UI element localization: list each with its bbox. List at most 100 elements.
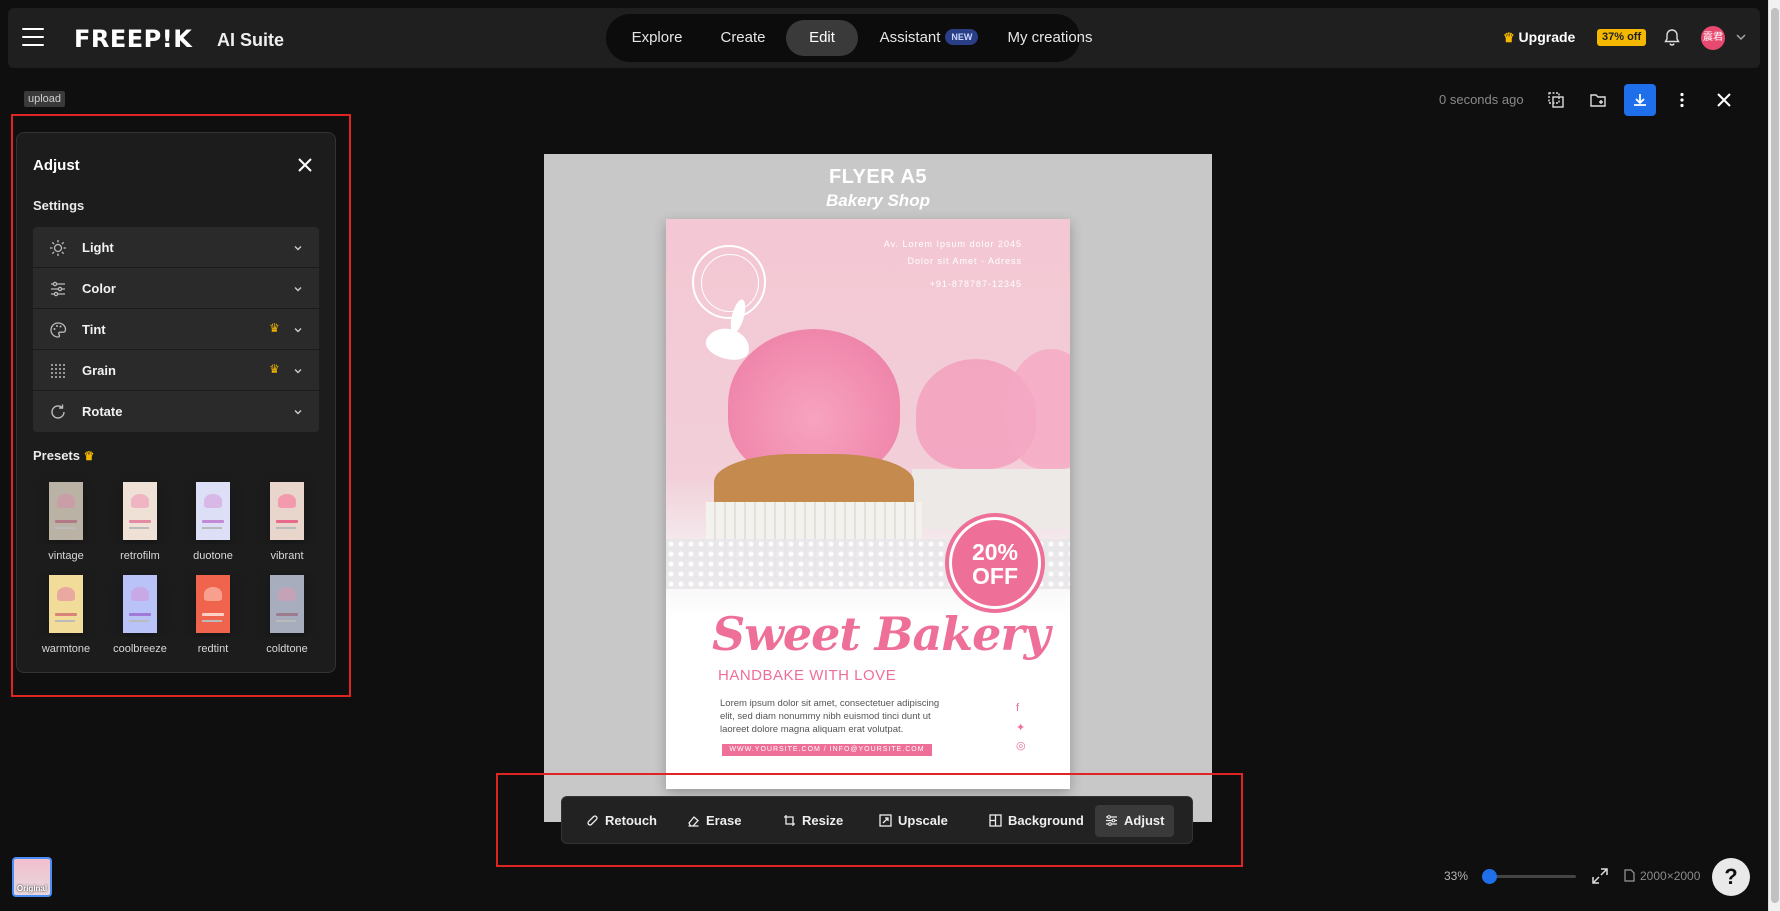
- image-dimensions: 2000×2000: [1624, 869, 1700, 883]
- premium-crown-icon: ♛: [269, 362, 280, 376]
- palette-icon: [50, 322, 67, 338]
- panel-title: Adjust: [33, 157, 80, 174]
- rotate-icon: [51, 404, 65, 419]
- preset-thumbnail: [180, 478, 246, 544]
- preset-name: vintage: [48, 550, 84, 562]
- fullscreen-icon[interactable]: [1591, 867, 1609, 885]
- close-icon[interactable]: [295, 155, 315, 175]
- address-line: Dolor sit Amet - Adress: [907, 256, 1022, 266]
- preset-name: coldtone: [266, 643, 308, 655]
- image-canvas[interactable]: FLYER A5 Bakery Shop Av. Lorem Ipsum dol…: [544, 154, 1212, 822]
- preset-name: retrofilm: [120, 550, 160, 562]
- file-icon: [1624, 869, 1635, 882]
- chevron-down-icon: [294, 287, 302, 292]
- close-editor-icon[interactable]: [1710, 86, 1738, 114]
- preset-name: warmtone: [41, 643, 91, 655]
- menu-icon[interactable]: [22, 28, 44, 46]
- flyer-subheading: Bakery Shop: [826, 191, 930, 210]
- setting-rotate[interactable]: Rotate: [33, 391, 319, 432]
- discount-seal: 20% OFF: [949, 517, 1041, 609]
- app-window: FREEP!K AI Suite Explore Create Edit Ass…: [0, 0, 1768, 911]
- retouch-button[interactable]: Retouch: [576, 805, 667, 837]
- download-icon: [1634, 94, 1646, 106]
- brand-logo[interactable]: FREEP!K: [74, 25, 192, 53]
- settings-list: Light Color Tint ♛ Grain ♛ Rotate: [33, 227, 319, 432]
- chevron-down-icon: [294, 410, 302, 415]
- setting-light[interactable]: Light: [33, 227, 319, 268]
- preset-duotone[interactable]: duotone: [180, 478, 246, 562]
- download-button[interactable]: [1624, 84, 1656, 116]
- preset-name: duotone: [193, 550, 233, 562]
- adjust-button[interactable]: Adjust: [1095, 805, 1175, 837]
- premium-crown-icon: ♛: [269, 321, 280, 335]
- preset-retrofilm[interactable]: retrofilm: [107, 478, 173, 562]
- instagram-icon: ◎: [1016, 740, 1026, 752]
- bakery-seal-logo: [692, 245, 766, 319]
- preset-name: redtint: [197, 643, 229, 655]
- setting-label: Tint: [82, 322, 106, 337]
- crop-icon: [784, 815, 795, 826]
- adjust-panel: Adjust Settings Light Color Tint ♛ Grain…: [16, 132, 336, 673]
- help-button[interactable]: ?: [1712, 858, 1750, 896]
- preset-name: coolbreeze: [113, 643, 167, 655]
- background-icon: [989, 814, 1002, 827]
- more-options-icon[interactable]: [1668, 86, 1696, 114]
- folder-add-icon[interactable]: [1584, 86, 1612, 114]
- flyer-tagline: HANDBAKE WITH LOVE: [718, 667, 897, 684]
- setting-label: Grain: [82, 363, 116, 378]
- preset-vibrant[interactable]: vibrant: [254, 478, 320, 562]
- setting-label: Rotate: [82, 404, 123, 419]
- compare-icon[interactable]: [1542, 86, 1570, 114]
- preset-coldtone[interactable]: coldtone: [254, 571, 320, 655]
- discount-badge: 37% off: [1597, 29, 1647, 46]
- bandage-icon: [587, 815, 598, 826]
- avatar[interactable]: 震君: [1701, 26, 1725, 50]
- eraser-icon: [688, 816, 699, 827]
- original-thumbnail[interactable]: Original: [12, 857, 52, 897]
- upload-tag: upload: [24, 91, 66, 107]
- nav-assistant[interactable]: Assistant NEW: [862, 20, 996, 56]
- chevron-down-icon[interactable]: [1734, 30, 1748, 44]
- preset-name: vibrant: [270, 550, 304, 562]
- upscale-button[interactable]: Upscale: [869, 805, 958, 837]
- setting-label: Light: [82, 240, 114, 255]
- nav-explore[interactable]: Explore: [614, 20, 700, 56]
- preset-warmtone[interactable]: warmtone: [33, 571, 99, 655]
- nav-create[interactable]: Create: [700, 20, 786, 56]
- preset-coolbreeze[interactable]: coolbreeze: [107, 571, 173, 655]
- new-badge: NEW: [945, 29, 979, 45]
- setting-grain[interactable]: Grain ♛: [33, 350, 319, 391]
- resize-button[interactable]: Resize: [773, 805, 853, 837]
- page-scrollbar[interactable]: [1768, 0, 1780, 911]
- preset-vintage[interactable]: vintage: [33, 478, 99, 562]
- save-timestamp: 0 seconds ago: [1439, 92, 1524, 107]
- crown-icon: ♛: [1503, 30, 1515, 45]
- facebook-icon: f: [1016, 702, 1020, 714]
- erase-button[interactable]: Erase: [677, 805, 751, 837]
- upgrade-button[interactable]: ♛ Upgrade: [1503, 26, 1575, 48]
- preset-redtint[interactable]: redtint: [180, 571, 246, 655]
- zoom-slider-knob[interactable]: [1482, 869, 1497, 884]
- bell-icon[interactable]: [1662, 28, 1682, 48]
- zoom-slider[interactable]: [1482, 869, 1576, 884]
- brand-suite-label: AI Suite: [217, 30, 285, 50]
- nav-edit[interactable]: Edit: [786, 20, 858, 56]
- edit-toolbar: Retouch Erase Resize Upscale Background …: [561, 796, 1193, 844]
- preset-thumbnail: [107, 478, 173, 544]
- flyer-footer-bar: WWW.YOURSITE.COM / INFO@YOURSITE.COM: [722, 744, 932, 756]
- flyer-body-text: Lorem ipsum dolor sit amet, consectetuer…: [720, 698, 940, 735]
- chevron-down-icon: [294, 328, 302, 333]
- chevron-down-icon: [294, 369, 302, 374]
- preset-thumbnail: [33, 571, 99, 637]
- upscale-icon: [879, 814, 892, 827]
- twitter-icon: ✦: [1016, 722, 1026, 734]
- main-nav: Explore Create Edit Assistant NEW My crea…: [606, 14, 1093, 62]
- top-bar: FREEP!K AI Suite Explore Create Edit Ass…: [8, 8, 1760, 68]
- background-button[interactable]: Background: [979, 805, 1094, 837]
- setting-color[interactable]: Color: [33, 268, 319, 309]
- nav-my-creations[interactable]: My creations: [996, 20, 1104, 56]
- sliders-icon: [51, 281, 65, 297]
- preset-thumbnail: [107, 571, 173, 637]
- scrollbar-thumb[interactable]: [1771, 8, 1779, 903]
- setting-tint[interactable]: Tint ♛: [33, 309, 319, 350]
